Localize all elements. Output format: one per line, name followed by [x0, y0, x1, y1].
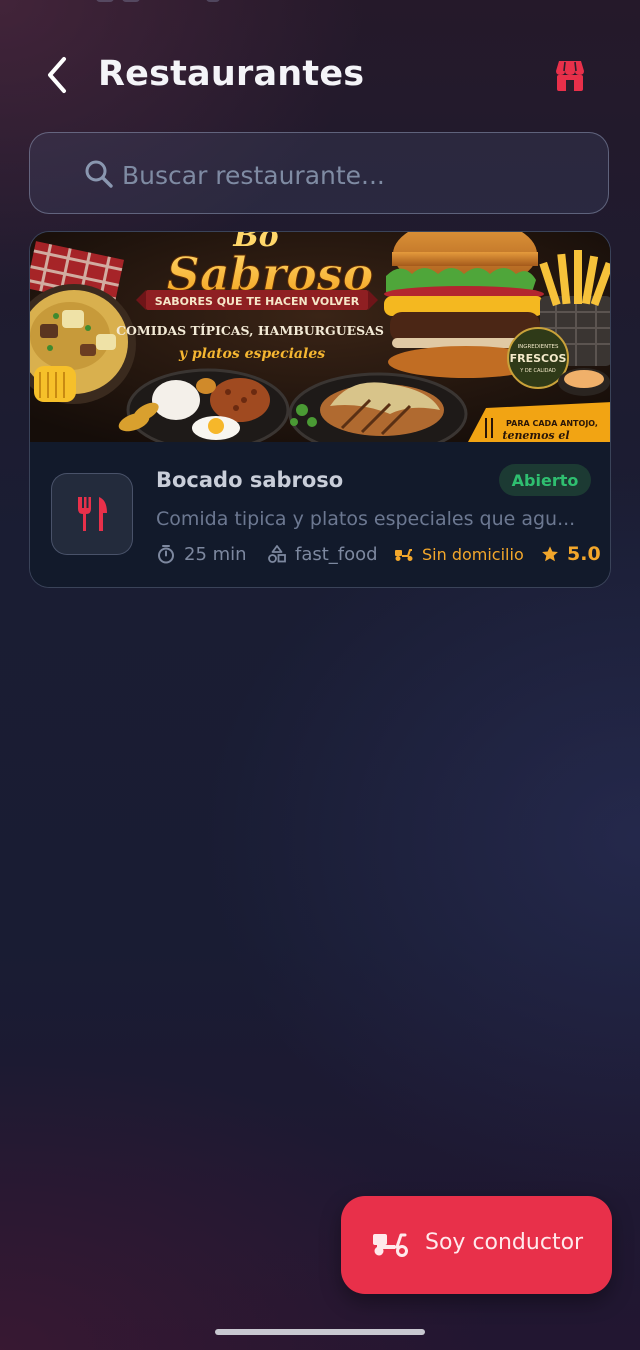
chevron-left-icon — [48, 57, 66, 93]
card-body: Bocado sabroso Abierto Comida tipica y p… — [30, 442, 610, 587]
rating-value: 5.0 — [567, 543, 601, 565]
scooter-icon — [395, 549, 413, 561]
fork-knife-icon — [78, 497, 107, 531]
delivery-label: Sin domicilio — [422, 544, 524, 564]
star-icon — [542, 546, 558, 562]
delivery-status: Sin domicilio — [394, 542, 524, 566]
store-button[interactable] — [548, 54, 592, 98]
banner-corner-line1: PARA CADA ANTOJO, — [506, 419, 598, 428]
banner-corner-line2: tenemos el — [502, 429, 569, 442]
status-badge: Abierto — [499, 464, 591, 496]
search-input[interactable] — [120, 153, 584, 197]
search-icon — [85, 160, 113, 188]
banner-seal-line1: INGREDIENTES — [517, 344, 559, 350]
scooter-icon — [373, 1233, 408, 1257]
restaurant-category: fast_food — [267, 542, 378, 566]
category-label: fast_food — [295, 543, 378, 565]
banner-tagline: SABORES QUE TE HACEN VOLVER — [155, 295, 360, 308]
page-title: Restaurantes — [98, 54, 365, 94]
restaurant-logo — [51, 473, 133, 555]
category-icon — [268, 545, 286, 563]
back-button[interactable] — [36, 54, 78, 96]
status-bar-remnant — [206, 0, 220, 2]
restaurant-banner: Bo Sabroso SABORES QUE TE HACEN VOLVER C… — [30, 232, 610, 442]
delivery-time: 25 min — [156, 542, 247, 566]
banner-subtitle-2: y platos especiales — [178, 346, 325, 362]
rating: 5.0 — [541, 542, 601, 566]
driver-mode-button[interactable]: Soy conductor — [341, 1196, 612, 1294]
banner-seal-line2: FRESCOS — [510, 352, 567, 365]
app-header: Restaurantes — [0, 40, 640, 112]
banner-seal-line3: Y DE CALIDAD — [519, 368, 556, 374]
timer-icon — [158, 545, 174, 564]
restaurant-name: Bocado sabroso — [156, 468, 344, 492]
home-indicator[interactable] — [215, 1329, 425, 1335]
restaurant-description: Comida tipica y platos especiales que ag… — [156, 508, 576, 530]
status-bar-remnant — [96, 0, 114, 2]
delivery-time-label: 25 min — [184, 543, 247, 565]
restaurant-card[interactable]: Bo Sabroso SABORES QUE TE HACEN VOLVER C… — [29, 231, 611, 588]
driver-mode-label: Soy conductor — [425, 1230, 584, 1255]
storefront-icon — [556, 61, 584, 91]
banner-subtitle: COMIDAS TÍPICAS, HAMBURGUESAS — [116, 323, 384, 338]
status-bar-remnant — [122, 0, 140, 2]
search-bar[interactable] — [29, 132, 609, 214]
